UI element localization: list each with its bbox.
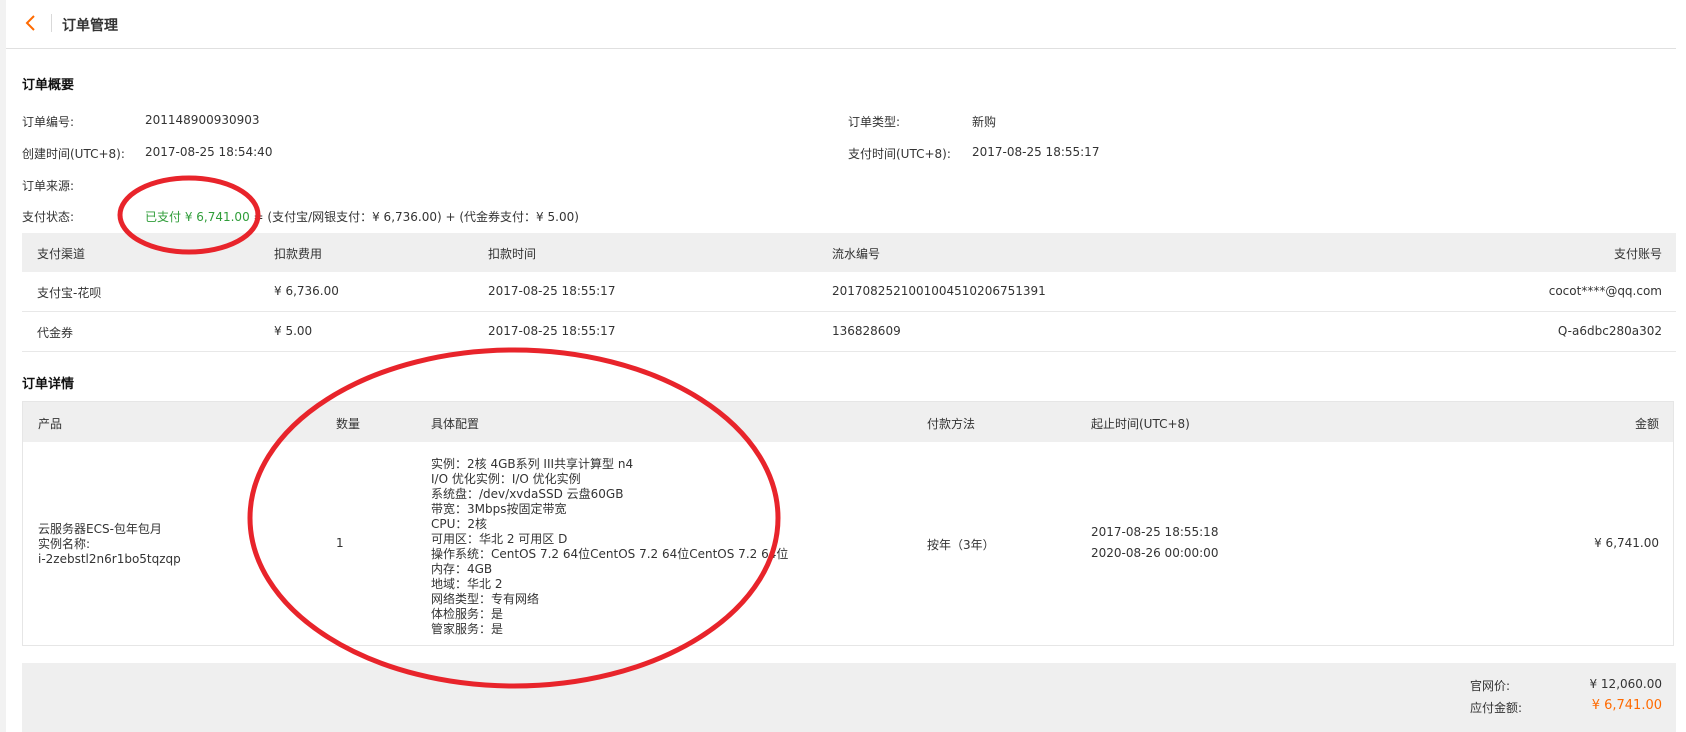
column-header: 付款方法: [927, 417, 976, 431]
due-amount-label: 应付金额:: [1470, 701, 1523, 715]
config-item: 操作系统：CentOS 7.2 64位CentOS 7.2 64位CentOS …: [431, 547, 789, 561]
config-item: 内存：4GB: [431, 562, 493, 576]
column-header: 产品: [38, 417, 63, 431]
config-item: 网络类型：专有网络: [431, 592, 540, 606]
serial-no: 136828609: [832, 324, 901, 338]
config-item: 实例：2核 4GB系列 III共享计算型 n4: [431, 457, 634, 471]
created-time-label: 创建时间(UTC+8):: [22, 147, 125, 161]
deduct-amount: ¥ 5.00: [274, 324, 313, 338]
payment-table: 支付渠道 扣款费用 扣款时间 流水编号 支付账号 支付宝-花呗 ¥ 6,736.…: [22, 233, 1676, 352]
start-time: 2017-08-25 18:55:18: [1091, 525, 1219, 539]
pay-account: cocot****@qq.com: [1548, 284, 1662, 298]
due-amount-value: ¥ 6,741.00: [1591, 698, 1662, 713]
order-source-label: 订单来源:: [22, 179, 75, 193]
top-bar: 订单管理: [6, 0, 1676, 49]
config-item: CPU：2核: [431, 517, 488, 531]
product-name: 云服务器ECS-包年包月: [38, 522, 162, 536]
deduct-time: 2017-08-25 18:55:17: [488, 284, 616, 298]
config-item: 带宽：3Mbps按固定带宽: [431, 502, 567, 516]
back-button[interactable]: [20, 10, 42, 36]
config-item: I/O 优化实例：I/O 优化实例: [431, 472, 581, 486]
order-type-label: 订单类型:: [848, 115, 901, 129]
config-item: 体检服务：是: [431, 607, 504, 621]
details-section-title: 订单详情: [22, 377, 75, 392]
serial-no: 2017082521001004510206751391: [832, 284, 1046, 298]
payment-table-header: 支付渠道 扣款费用 扣款时间 流水编号 支付账号: [22, 233, 1676, 272]
paid-time-label: 支付时间(UTC+8):: [848, 147, 951, 161]
pay-channel: 支付宝-花呗: [37, 286, 102, 300]
paid-amount: 已支付 ¥ 6,741.00: [145, 210, 250, 224]
price-summary: 官网价: ¥ 12,060.00 应付金额: ¥ 6,741.00: [22, 663, 1676, 732]
pay-status-label: 支付状态:: [22, 210, 75, 224]
table-row: 支付宝-花呗 ¥ 6,736.00 2017-08-25 18:55:17 20…: [22, 272, 1676, 312]
quantity: 1: [336, 536, 344, 550]
details-table-header: 产品 数量 具体配置 付款方法 起止时间(UTC+8) 金额: [23, 402, 1673, 442]
order-no-value: 201148900930903: [145, 113, 260, 127]
column-header: 扣款费用: [274, 247, 323, 261]
end-time: 2020-08-26 00:00:00: [1091, 546, 1219, 560]
details-table: 产品 数量 具体配置 付款方法 起止时间(UTC+8) 金额 云服务器ECS-包…: [22, 401, 1674, 646]
amount: ¥ 6,741.00: [1594, 536, 1659, 550]
order-type-value: 新购: [972, 115, 997, 129]
config-item: 可用区：华北 2 可用区 D: [431, 532, 568, 546]
page-title: 订单管理: [62, 18, 118, 34]
column-header: 扣款时间: [488, 247, 537, 261]
pay-status: 已支付 ¥ 6,741.00 = (支付宝/网银支付：¥ 6,736.00) +…: [145, 208, 579, 225]
column-header: 金额: [1634, 417, 1659, 431]
product-cell: 云服务器ECS-包年包月 实例名称: i-2zebstl2n6r1bo5tqzq…: [38, 522, 181, 567]
overview-section-title: 订单概要: [22, 78, 75, 93]
deduct-time: 2017-08-25 18:55:17: [488, 324, 616, 338]
pay-breakdown: = (支付宝/网银支付：¥ 6,736.00) + (代金券支付：¥ 5.00): [249, 210, 579, 224]
column-header: 具体配置: [431, 417, 480, 431]
config-item: 地域：华北 2: [431, 577, 503, 591]
list-price-label: 官网价:: [1470, 679, 1511, 693]
left-strip: [0, 0, 6, 732]
column-header: 支付渠道: [37, 247, 86, 261]
column-header: 支付账号: [1613, 247, 1662, 261]
order-no-label: 订单编号:: [22, 115, 75, 129]
column-header: 起止时间(UTC+8): [1091, 417, 1190, 431]
column-header: 流水编号: [832, 247, 881, 261]
deduct-amount: ¥ 6,736.00: [274, 284, 339, 298]
table-row: 代金券 ¥ 5.00 2017-08-25 18:55:17 136828609…: [22, 312, 1676, 352]
list-price-value: ¥ 12,060.00: [1589, 677, 1662, 691]
pay-method: 按年（3年）: [927, 538, 995, 552]
chevron-left-icon: [25, 15, 35, 31]
column-header: 数量: [336, 417, 361, 431]
pay-channel: 代金券: [37, 326, 74, 340]
config-item: 系统盘：/dev/xvdaSSD 云盘60GB: [431, 487, 624, 501]
pay-account: Q-a6dbc280a302: [1557, 324, 1662, 338]
instance-name-label: 实例名称:: [38, 537, 91, 551]
instance-id: i-2zebstl2n6r1bo5tqzqp: [38, 552, 181, 566]
config-list: 实例：2核 4GB系列 III共享计算型 n4 I/O 优化实例：I/O 优化实…: [431, 457, 788, 637]
config-item: 管家服务：是: [431, 622, 504, 636]
topbar-divider: [51, 14, 52, 32]
paid-time-value: 2017-08-25 18:55:17: [972, 145, 1100, 159]
created-time-value: 2017-08-25 18:54:40: [145, 145, 273, 159]
